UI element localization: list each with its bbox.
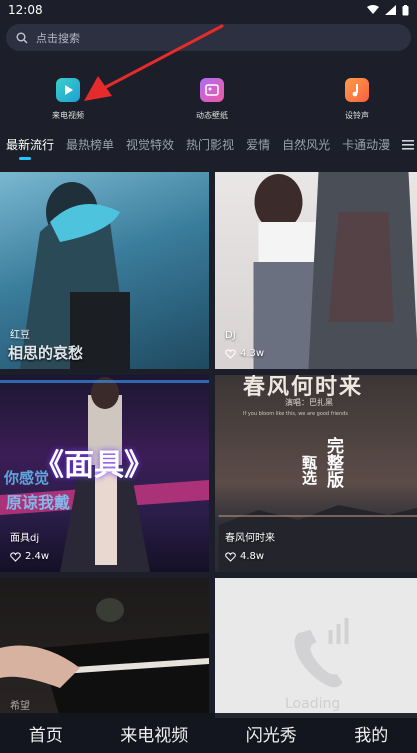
- shortcut-wallpaper[interactable]: 动态壁纸: [182, 76, 242, 124]
- card-likes: 4.8w: [225, 551, 264, 562]
- tab-latest[interactable]: 最新流行: [0, 132, 60, 162]
- search-icon: [16, 32, 28, 43]
- shortcut-callshow[interactable]: 来电视频: [38, 76, 98, 124]
- video-card[interactable]: 希望: [0, 578, 209, 718]
- video-card[interactable]: 你感觉 《面具》 原谅我戴 面具dj 2.4w: [0, 375, 209, 572]
- tab-visual-effects[interactable]: 视觉特效: [120, 132, 180, 162]
- nav-mine[interactable]: 我的: [354, 721, 388, 746]
- loading-text: Loading: [285, 696, 341, 712]
- card-title: 春风何时来: [225, 533, 275, 544]
- tab-love[interactable]: 爱情: [240, 132, 276, 162]
- card-likes: 4.3w: [225, 348, 264, 359]
- card-overlay-text: If you bloom like this, we are good frie…: [243, 411, 348, 417]
- heart-icon: [225, 551, 236, 562]
- video-card[interactable]: DJ 4.3w: [215, 172, 417, 369]
- play-icon: [56, 78, 80, 102]
- card-overlay-text: 演唱：巴扎黑: [285, 398, 333, 407]
- shortcut-label: 来电视频: [52, 111, 84, 120]
- likes-count: 4.8w: [240, 551, 265, 562]
- card-overlay-text: 相思的哀愁: [8, 344, 84, 362]
- battery-icon: [402, 4, 409, 15]
- nav-home[interactable]: 首页: [29, 721, 63, 746]
- thumbnail-image: [253, 172, 417, 369]
- status-bar: 12:08: [0, 0, 417, 20]
- search-bar[interactable]: 点击搜索: [6, 24, 411, 51]
- menu-icon[interactable]: [401, 132, 415, 158]
- wallpaper-icon: [200, 78, 224, 102]
- shortcut-label: 设铃声: [345, 111, 369, 120]
- video-card[interactable]: 春风何时来 演唱：巴扎黑 If you bloom like this, we …: [215, 375, 417, 572]
- likes-count: 2.4w: [25, 551, 50, 562]
- ringtone-icon: [345, 78, 369, 102]
- tab-hot-chart[interactable]: 最热榜单: [60, 132, 120, 162]
- shortcut-row: 来电视频 动态壁纸 设铃声: [0, 76, 417, 126]
- card-title: 希望: [10, 701, 30, 712]
- card-overlay-text: 《面具》: [34, 448, 154, 483]
- status-time: 12:08: [8, 3, 43, 17]
- likes-count: 4.3w: [240, 348, 265, 359]
- search-placeholder: 点击搜索: [36, 31, 80, 45]
- status-icons: [367, 4, 409, 16]
- video-card[interactable]: 相思的哀愁 红豆: [0, 172, 209, 369]
- video-card[interactable]: Loading: [215, 578, 417, 718]
- thumbnail-image: [20, 182, 130, 369]
- shortcut-ringtone[interactable]: 设铃声: [327, 76, 387, 124]
- card-title: 红豆: [10, 330, 30, 341]
- nav-callshow[interactable]: 来电视频: [120, 721, 188, 746]
- card-title: 面具dj: [10, 533, 40, 544]
- card-overlay-text: 完整版: [323, 437, 343, 488]
- heart-icon: [10, 551, 21, 562]
- bottom-nav: 首页 来电视频 闪光秀 我的: [0, 713, 417, 753]
- wifi-icon: [367, 5, 379, 14]
- tab-cartoon[interactable]: 卡通动漫: [336, 132, 396, 162]
- heart-icon: [225, 348, 236, 359]
- category-tabs: 最新流行 最热榜单 视觉特效 热门影视 爱情 自然风光 卡通动漫: [0, 132, 417, 162]
- tab-nature[interactable]: 自然风光: [276, 132, 336, 162]
- tab-movies[interactable]: 热门影视: [180, 132, 240, 162]
- shortcut-label: 动态壁纸: [196, 111, 228, 120]
- card-likes: 2.4w: [10, 551, 49, 562]
- card-overlay-text: 原谅我戴: [6, 493, 71, 512]
- nav-flash[interactable]: 闪光秀: [246, 721, 297, 746]
- thumbnail-image: [0, 598, 209, 718]
- card-overlay-text: 甄选: [300, 455, 318, 485]
- card-title: DJ: [225, 330, 236, 341]
- signal-icon: [385, 5, 396, 15]
